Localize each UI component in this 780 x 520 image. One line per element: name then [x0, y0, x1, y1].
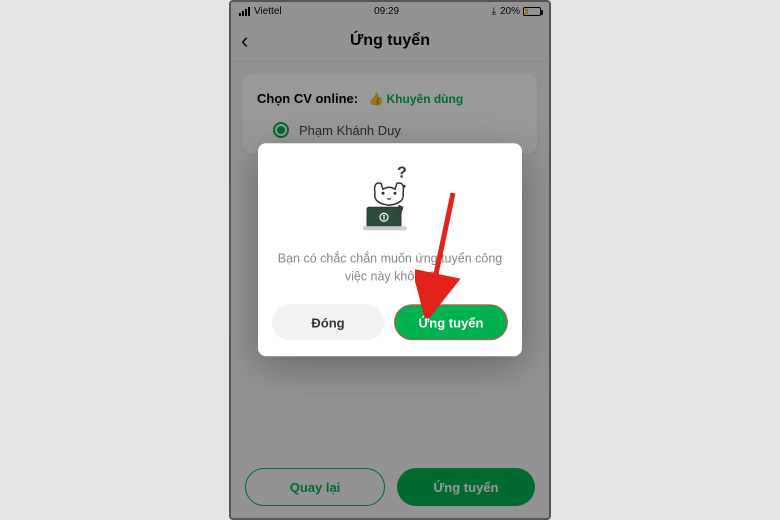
thumbs-up-icon: 👍: [369, 92, 384, 106]
status-left: Viettel: [239, 6, 282, 17]
status-right: ⤓ 20%: [492, 6, 541, 17]
modal-apply-label: Ứng tuyển: [419, 315, 484, 330]
orientation-lock-icon: ⤓: [492, 6, 496, 17]
cv-name: Phạm Khánh Duy: [299, 123, 401, 138]
modal-illustration: ?: [272, 163, 508, 233]
status-time: 09:29: [374, 6, 399, 17]
signal-icon: [239, 7, 250, 16]
apply-button[interactable]: Ứng tuyển: [397, 468, 535, 506]
cat-question-icon: ?: [345, 163, 435, 233]
phone-frame: Viettel 09:29 ⤓ 20% ‹ Ứng tuyển Chọn CV …: [229, 0, 551, 520]
radio-selected-icon[interactable]: [273, 122, 289, 138]
confirm-modal: ? Bạn có chắc chắn muốn ứng tuyển công v…: [258, 143, 522, 357]
modal-close-button[interactable]: Đóng: [272, 304, 384, 340]
cv-option-row[interactable]: Phạm Khánh Duy: [257, 122, 523, 138]
carrier-label: Viettel: [254, 6, 282, 17]
page-header: ‹ Ứng tuyển: [231, 20, 549, 62]
cv-label: Chọn CV online:: [257, 91, 358, 106]
battery-icon: 20%: [500, 6, 541, 17]
recommend-badge: 👍 Khuyên dùng: [369, 92, 464, 106]
battery-percent: 20%: [500, 6, 520, 17]
svg-text:?: ?: [397, 164, 407, 181]
modal-close-label: Đóng: [311, 315, 344, 330]
bottom-action-bar: Quay lại Ứng tuyển: [231, 468, 549, 506]
cv-header-row: Chọn CV online: 👍 Khuyên dùng: [257, 90, 523, 108]
back-icon[interactable]: ‹: [241, 28, 248, 54]
back-button-label: Quay lại: [290, 480, 341, 495]
page-title: Ứng tuyển: [350, 32, 430, 50]
recommend-text: Khuyên dùng: [387, 92, 464, 106]
modal-actions: Đóng Ứng tuyển: [272, 304, 508, 340]
status-bar: Viettel 09:29 ⤓ 20%: [231, 2, 549, 20]
apply-button-label: Ứng tuyển: [434, 480, 499, 495]
modal-apply-button[interactable]: Ứng tuyển: [394, 304, 508, 340]
back-button[interactable]: Quay lại: [245, 468, 385, 506]
modal-message: Bạn có chắc chắn muốn ứng tuyển công việ…: [272, 249, 508, 287]
